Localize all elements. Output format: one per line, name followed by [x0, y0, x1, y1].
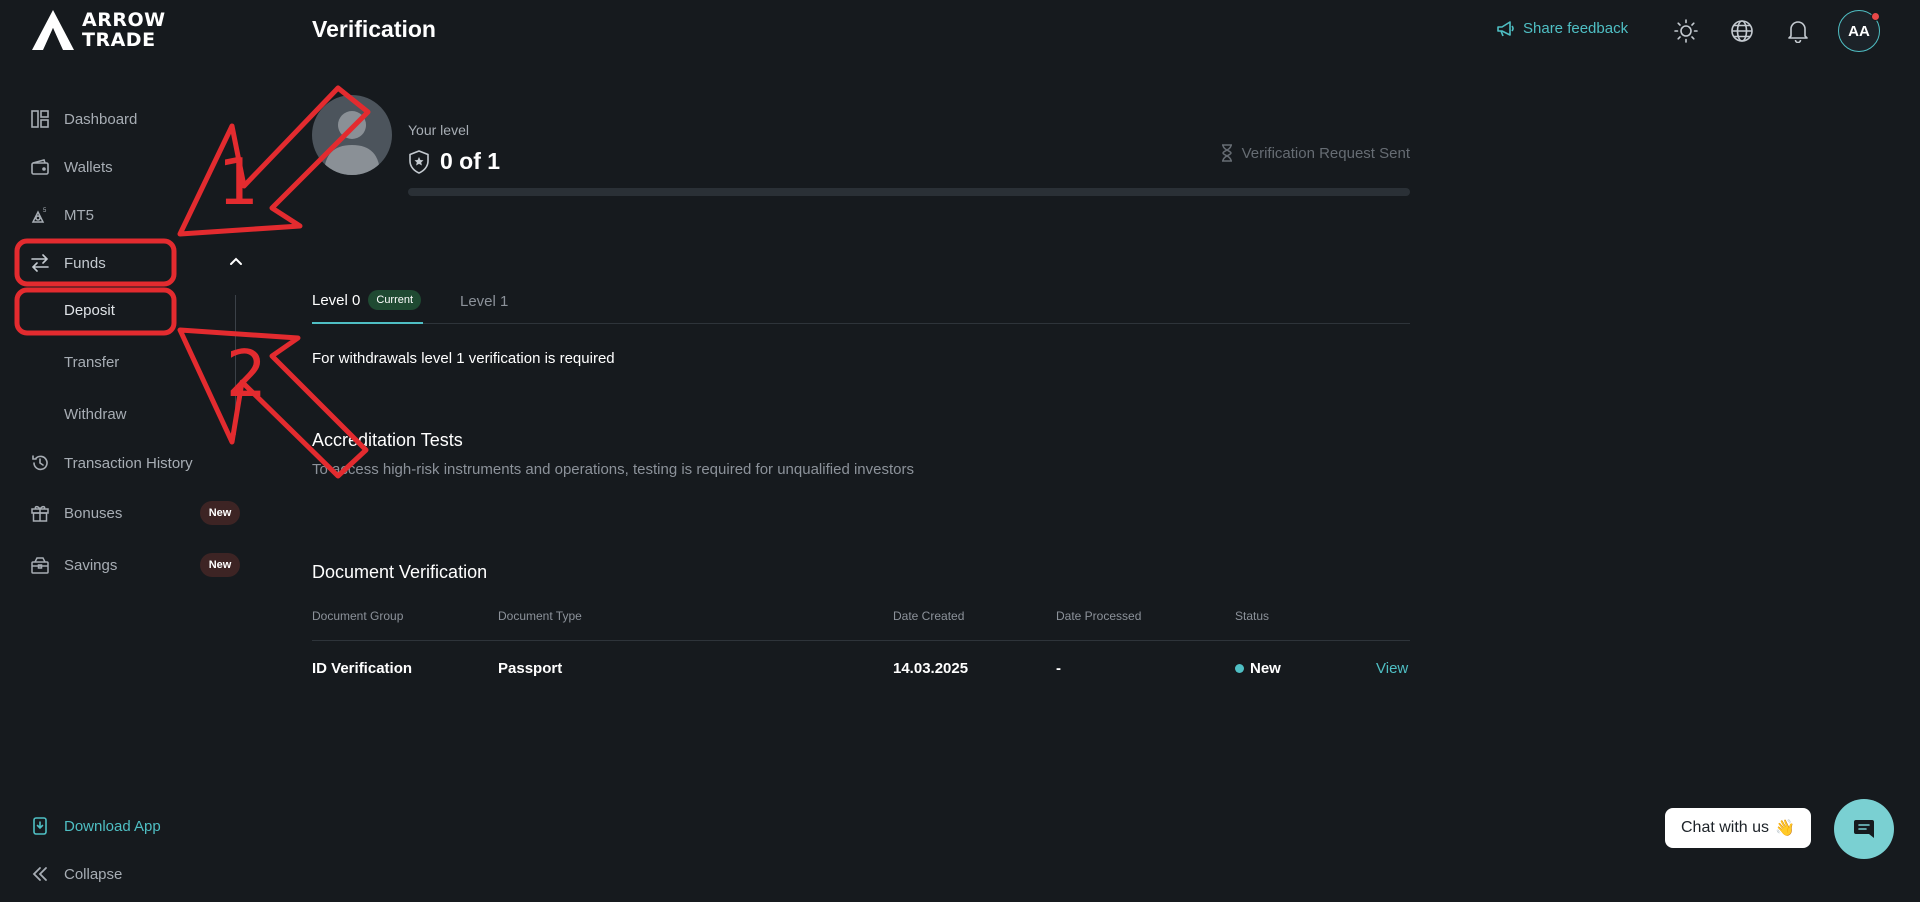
logo[interactable]: ARROW TRADE [30, 8, 166, 52]
tab-level-1[interactable]: Level 1 [460, 278, 508, 324]
sidebar-item-funds[interactable]: Funds [30, 248, 240, 278]
tab-label: Level 1 [460, 292, 509, 310]
level-progress-bar [408, 188, 1410, 196]
sidebar-item-label: Wallets [64, 158, 113, 176]
transfer-arrows-icon [30, 253, 50, 273]
phone-download-icon [30, 816, 50, 836]
column-header: Date Processed [1056, 609, 1142, 623]
collapse-label: Collapse [64, 865, 123, 883]
chat-launcher-button[interactable] [1834, 799, 1894, 859]
notification-dot [1871, 12, 1880, 21]
status-dot [1235, 663, 1244, 673]
cell-status: New [1235, 660, 1281, 677]
cell-document-type: Passport [498, 660, 563, 677]
column-header: Document Type [498, 609, 582, 623]
savings-icon [30, 555, 50, 575]
language-button[interactable] [1729, 18, 1755, 44]
table-divider [312, 640, 1410, 641]
view-document-link[interactable]: View [1376, 660, 1408, 677]
sidebar-item-label: Savings [64, 556, 118, 574]
wave-emoji: 👋 [1775, 820, 1795, 837]
sidebar-item-wallets[interactable]: Wallets [30, 152, 240, 182]
megaphone-icon [1497, 20, 1514, 36]
dashboard-icon [30, 109, 50, 129]
status-label: New [1250, 660, 1281, 677]
theme-toggle-button[interactable] [1673, 18, 1699, 44]
level-tabs: Level 0 Current Level 1 [312, 278, 1410, 324]
collapse-button[interactable]: Collapse [30, 859, 240, 889]
notifications-button[interactable] [1785, 18, 1811, 44]
page-title: Verification [312, 16, 436, 42]
share-feedback-link[interactable]: Share feedback [1497, 20, 1628, 37]
download-app-label: Download App [64, 817, 161, 835]
tab-label: Level 0 [312, 291, 361, 309]
globe-icon [1731, 20, 1753, 42]
share-feedback-label: Share feedback [1523, 20, 1629, 37]
wallet-icon [30, 157, 50, 177]
level-row: 0 of 1 [408, 148, 500, 175]
logo-text: ARROW TRADE [82, 9, 166, 51]
accreditation-title: Accreditation Tests [312, 430, 463, 450]
column-header: Status [1235, 609, 1270, 623]
chat-label: Chat with us [1681, 819, 1770, 836]
cell-document-group: ID Verification [312, 660, 413, 677]
accreditation-subtitle: To access high-risk instruments and oper… [312, 461, 914, 478]
sidebar-subitem-transfer[interactable]: Transfer [64, 354, 119, 371]
cell-date-processed: - [1056, 660, 1061, 677]
svg-text:5: 5 [43, 208, 47, 214]
column-header: Date Created [893, 609, 965, 623]
gift-icon [30, 503, 50, 523]
sidebar-item-transaction-history[interactable]: Transaction History [30, 448, 240, 478]
chevron-up-icon[interactable] [228, 253, 244, 269]
sun-icon [1674, 19, 1698, 43]
tab-level-0[interactable]: Level 0 Current [312, 278, 424, 324]
chat-icon [1854, 820, 1874, 838]
hourglass-icon [1221, 144, 1232, 162]
current-badge: Current [368, 290, 422, 310]
withdrawal-notice: For withdrawals level 1 verification is … [312, 350, 615, 367]
new-badge: New [200, 501, 240, 525]
cell-date-created: 14.03.2025 [893, 660, 969, 677]
chat-with-us-bubble[interactable]: Chat with us 👋 [1665, 808, 1811, 848]
arrow-logo-icon [32, 10, 74, 50]
bell-icon [1788, 21, 1808, 43]
document-verification-title: Document Verification [312, 562, 488, 582]
mt5-icon: 5 [30, 205, 50, 225]
double-chevron-left-icon [30, 864, 50, 884]
sidebar-item-dashboard[interactable]: Dashboard [30, 104, 240, 134]
verification-request-status: Verification Request Sent [1220, 144, 1410, 162]
your-level-label: Your level [408, 122, 469, 138]
sidebar-item-label: MT5 [64, 206, 94, 224]
profile-avatar [312, 95, 392, 175]
level-value: 0 of 1 [440, 148, 501, 174]
new-badge: New [200, 553, 240, 577]
sidebar-subitem-deposit[interactable]: Deposit [64, 302, 115, 319]
submenu-line [235, 295, 236, 435]
column-header: Document Group [312, 609, 404, 623]
history-icon [30, 453, 50, 473]
sidebar: ARROW TRADE Dashboard Wallets 5 MT5 Fund… [0, 0, 290, 902]
sidebar-item-label: Transaction History [64, 454, 193, 472]
sidebar-item-mt5[interactable]: 5 MT5 [30, 200, 240, 230]
shield-star-icon [409, 149, 429, 174]
sidebar-item-label: Bonuses [64, 504, 123, 522]
request-status-label: Verification Request Sent [1241, 144, 1410, 162]
sidebar-item-label: Dashboard [64, 110, 138, 128]
sidebar-item-label: Funds [64, 254, 106, 272]
user-silhouette-icon [324, 111, 380, 175]
sidebar-subitem-withdraw[interactable]: Withdraw [64, 406, 127, 423]
download-app-link[interactable]: Download App [30, 811, 240, 841]
